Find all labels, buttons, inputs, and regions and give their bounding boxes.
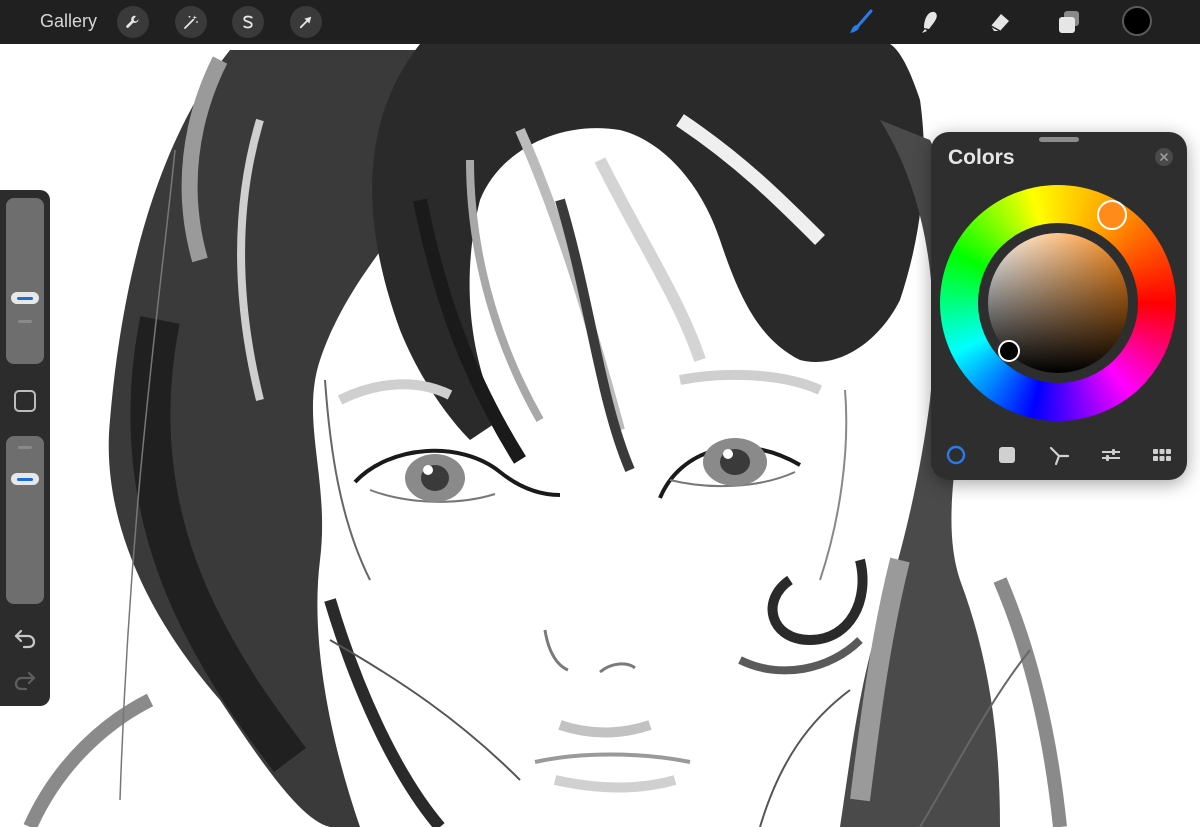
- palettes-grid-icon: [1153, 449, 1171, 461]
- current-color-swatch[interactable]: [1122, 6, 1152, 36]
- eraser-tool[interactable]: [983, 6, 1015, 38]
- redo-icon[interactable]: [13, 668, 37, 692]
- transform-arrow-icon: [299, 16, 312, 29]
- smudge-icon: [922, 11, 937, 33]
- panel-grabber[interactable]: [1039, 137, 1079, 142]
- classic-mode-icon: [999, 447, 1015, 463]
- smudge-tool[interactable]: [913, 6, 945, 38]
- undo-icon[interactable]: [13, 626, 37, 650]
- slider-tick: [18, 446, 32, 449]
- colors-panel-title: Colors: [948, 146, 1015, 169]
- left-sidebar: [0, 190, 50, 706]
- harmony-mode-icon: [1049, 446, 1070, 466]
- tab-harmony[interactable]: [1046, 442, 1072, 468]
- wrench-icon: [126, 15, 139, 28]
- layers-tool[interactable]: [1053, 6, 1085, 38]
- color-wheel[interactable]: [940, 185, 1176, 421]
- brush-tool[interactable]: [845, 6, 877, 38]
- selection-button[interactable]: [232, 6, 264, 38]
- tab-disc[interactable]: [943, 442, 969, 468]
- layers-icon: [1059, 11, 1079, 33]
- tab-value[interactable]: [1098, 442, 1124, 468]
- top-toolbar: Gallery: [0, 0, 1200, 44]
- opacity-handle[interactable]: [11, 473, 39, 485]
- brush-size-slider[interactable]: [6, 198, 44, 364]
- value-sliders-icon: [1102, 449, 1120, 461]
- gallery-button[interactable]: Gallery: [40, 11, 97, 32]
- tab-classic[interactable]: [994, 442, 1020, 468]
- brush-size-handle[interactable]: [11, 292, 39, 304]
- color-mode-tabs: [931, 442, 1187, 468]
- actions-button[interactable]: [117, 6, 149, 38]
- brush-icon: [850, 9, 873, 33]
- slider-tick: [18, 320, 32, 323]
- color-picker-handle[interactable]: [998, 340, 1020, 362]
- close-button[interactable]: [1155, 148, 1173, 166]
- tab-palettes[interactable]: [1149, 442, 1175, 468]
- colors-panel: Colors: [931, 132, 1187, 480]
- modify-button[interactable]: [14, 390, 36, 412]
- adjustments-button[interactable]: [175, 6, 207, 38]
- close-icon: [1160, 153, 1168, 161]
- eraser-icon: [990, 14, 1009, 32]
- disc-mode-icon: [946, 445, 966, 465]
- opacity-slider[interactable]: [6, 436, 44, 604]
- selection-s-icon: [243, 15, 253, 29]
- transform-button[interactable]: [290, 6, 322, 38]
- hue-handle[interactable]: [1097, 200, 1127, 230]
- magic-wand-icon: [184, 15, 198, 29]
